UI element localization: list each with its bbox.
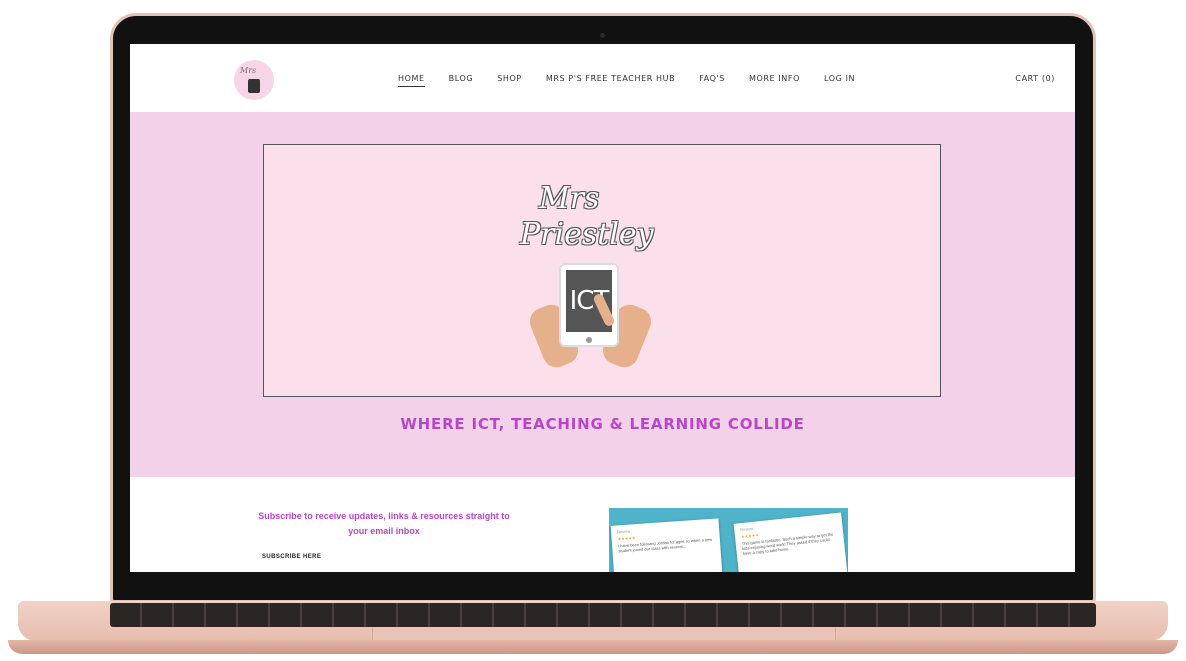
- nav-more-info[interactable]: MORE INFO: [749, 74, 800, 87]
- nav-home[interactable]: HOME: [398, 74, 425, 87]
- camera-icon: [600, 33, 605, 38]
- site-header: Mrs HOME BLOG SHOP MRS P'S FREE TEACHER …: [130, 44, 1075, 112]
- subscribe-here-link[interactable]: SUBSCRIBE HERE: [262, 554, 321, 560]
- hero-tagline: WHERE ICT, TEACHING & LEARNING COLLIDE: [400, 415, 805, 433]
- nav-faqs[interactable]: FAQ'S: [699, 74, 725, 87]
- laptop-screen: Mrs HOME BLOG SHOP MRS P'S FREE TEACHER …: [130, 44, 1075, 572]
- tablet-home-button: [586, 337, 592, 343]
- site-logo[interactable]: Mrs: [234, 60, 274, 100]
- logo-tablet-icon: [248, 79, 260, 93]
- subscribe-section: Subscribe to receive updates, links & re…: [130, 477, 1075, 572]
- nav-teacher-hub[interactable]: MRS P'S FREE TEACHER HUB: [546, 74, 675, 87]
- cart-link[interactable]: CART (0): [1015, 74, 1055, 83]
- brand-name-line2: Priestley: [520, 217, 654, 252]
- nav-shop[interactable]: SHOP: [497, 74, 522, 87]
- brand-name-line1: Mrs: [539, 181, 600, 216]
- nav-blog[interactable]: BLOG: [449, 74, 474, 87]
- keyboard: [110, 603, 1096, 627]
- hero-section: Mrs Priestley ICT WHERE ICT, TEACHING & …: [130, 112, 1075, 477]
- tablet-icon: ICT: [559, 263, 619, 347]
- review-card: Review ★★★★★ I have been following Jorda…: [610, 518, 724, 572]
- main-nav: HOME BLOG SHOP MRS P'S FREE TEACHER HUB …: [398, 74, 879, 87]
- laptop-base-lip: [8, 640, 1178, 654]
- hero-banner: Mrs Priestley ICT: [263, 144, 941, 397]
- reviews-image: Review ★★★★★ I have been following Jorda…: [609, 508, 848, 572]
- review-card: Review ★★★★★ This game is fantastic. Suc…: [733, 512, 848, 572]
- subscribe-text: Subscribe to receive updates, links & re…: [258, 511, 510, 536]
- nav-log-in[interactable]: LOG IN: [824, 74, 855, 87]
- logo-text: Mrs: [240, 66, 257, 75]
